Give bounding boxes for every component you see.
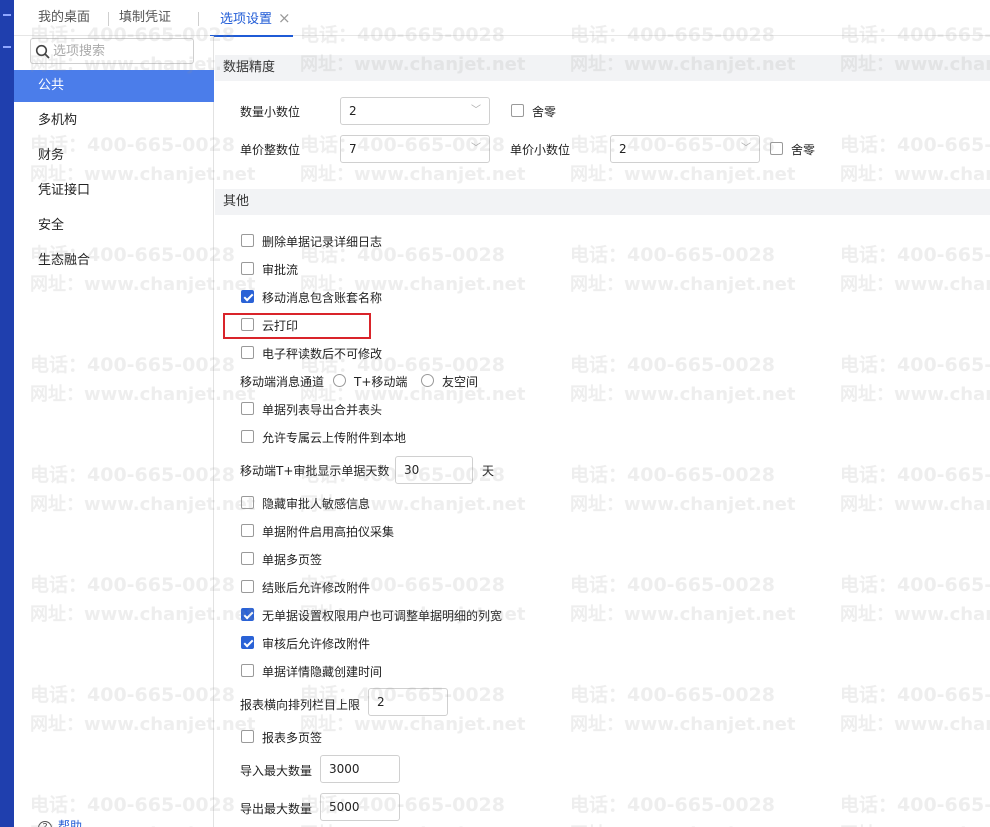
- mobile-msg-acct-checkbox[interactable]: [241, 290, 254, 303]
- close-icon[interactable]: ×: [278, 9, 291, 27]
- report-col-limit-input[interactable]: 2: [368, 688, 448, 716]
- unit-price-dec-select[interactable]: 2 ﹀: [610, 135, 760, 163]
- channel-tplus-label: T+移动端: [354, 375, 408, 389]
- after-audit-edit-attach-checkbox[interactable]: [241, 636, 254, 649]
- hide-create-time-label: 单据详情隐藏创建时间: [262, 665, 383, 679]
- options-content: 数据精度 数量小数位 2 ﹀ 舍零 单价整数位 7 ﹀ 单价小数位 2 ﹀ 舍零 其他…: [215, 36, 990, 827]
- qty-decimals-select[interactable]: 2 ﹀: [340, 97, 490, 125]
- help-label: 帮助: [58, 819, 83, 827]
- export-max-input[interactable]: 5000: [320, 793, 400, 821]
- import-max-label: 导入最大数量: [240, 764, 313, 778]
- report-multi-page-checkbox[interactable]: [241, 730, 254, 743]
- report-multi-page-label: 报表多页签: [262, 731, 323, 745]
- unit-price-int-label: 单价整数位: [240, 143, 301, 157]
- search-input[interactable]: [53, 42, 191, 60]
- sidebar-item-security[interactable]: 安全: [14, 210, 214, 242]
- section-header-precision: 数据精度: [215, 55, 990, 81]
- options-sidebar: 公共 多机构 财务 凭证接口 安全 生态融合 ? 帮助: [14, 36, 214, 827]
- section-header-other: 其他: [215, 189, 990, 215]
- multi-page-checkbox[interactable]: [241, 552, 254, 565]
- delete-log-label: 删除单据记录详细日志: [262, 235, 383, 249]
- sidebar-item-ecosystem[interactable]: 生态融合: [14, 245, 214, 277]
- unit-price-round-checkbox[interactable]: [770, 142, 783, 155]
- multi-page-label: 单据多页签: [262, 553, 323, 567]
- scale-readonly-checkbox[interactable]: [241, 346, 254, 359]
- mobile-days-unit: 天: [482, 464, 495, 478]
- unit-price-dec-label: 单价小数位: [510, 143, 571, 157]
- approval-flow-label: 审批流: [262, 263, 299, 277]
- export-merge-header-checkbox[interactable]: [241, 402, 254, 415]
- attachment-scanner-checkbox[interactable]: [241, 524, 254, 537]
- qty-decimals-label: 数量小数位: [240, 105, 301, 119]
- option-search-box[interactable]: [30, 38, 194, 64]
- export-max-label: 导出最大数量: [240, 802, 313, 816]
- after-close-edit-attach-checkbox[interactable]: [241, 580, 254, 593]
- chevron-down-icon: ﹀: [471, 143, 481, 154]
- unit-price-int-select[interactable]: 7 ﹀: [340, 135, 490, 163]
- unit-price-round-label: 舍零: [791, 143, 816, 157]
- sidebar-item-multi-org[interactable]: 多机构: [14, 105, 214, 137]
- no-perm-col-width-label: 无单据设置权限用户也可调整单据明细的列宽: [262, 609, 503, 623]
- help-link[interactable]: ? 帮助: [38, 817, 82, 827]
- hide-approver-checkbox[interactable]: [241, 496, 254, 509]
- report-col-limit-label: 报表横向排列栏目上限: [240, 698, 361, 712]
- approval-flow-checkbox[interactable]: [241, 262, 254, 275]
- search-icon: [35, 44, 50, 59]
- app-nav-strip: [0, 0, 14, 827]
- highlight-box: [223, 313, 371, 339]
- chevron-down-icon: ﹀: [741, 143, 751, 154]
- tab-separator: [198, 12, 199, 26]
- delete-log-checkbox[interactable]: [241, 234, 254, 247]
- mobile-msg-acct-label: 移动消息包含账套名称: [262, 291, 383, 305]
- channel-youkongjian-radio[interactable]: [421, 374, 434, 387]
- qty-decimals-value: 2: [349, 104, 357, 118]
- tab-fill-voucher[interactable]: 填制凭证: [119, 0, 171, 36]
- no-perm-col-width-checkbox[interactable]: [241, 608, 254, 621]
- hide-approver-label: 隐藏审批人敏感信息: [262, 497, 371, 511]
- attachment-scanner-label: 单据附件启用高拍仪采集: [262, 525, 395, 539]
- mobile-channel-label: 移动端消息通道: [240, 375, 325, 389]
- qty-round-checkbox[interactable]: [511, 104, 524, 117]
- tab-options-settings-label: 选项设置: [220, 12, 273, 27]
- options-settings-window: 我的桌面 填制凭证 选项设置 × 公共 多机构 财务 凭证接口 安全 生态融合 ?…: [0, 0, 990, 827]
- unit-price-int-value: 7: [349, 142, 357, 156]
- sidebar-item-voucher-interface[interactable]: 凭证接口: [14, 175, 214, 207]
- channel-tplus-radio[interactable]: [333, 374, 346, 387]
- tab-options-settings[interactable]: 选项设置 ×: [210, 0, 293, 37]
- chevron-down-icon: ﹀: [471, 105, 481, 116]
- after-close-edit-attach-label: 结账后允许修改附件: [262, 581, 371, 595]
- tab-bar: 我的桌面 填制凭证 选项设置 ×: [14, 0, 990, 37]
- hide-create-time-checkbox[interactable]: [241, 664, 254, 677]
- tab-my-desktop[interactable]: 我的桌面: [38, 0, 90, 36]
- allow-upload-local-label: 允许专属云上传附件到本地: [262, 431, 407, 445]
- tab-separator: [108, 12, 109, 26]
- help-icon: ?: [38, 821, 52, 827]
- mobile-days-label: 移动端T+审批显示单据天数: [240, 464, 390, 478]
- export-merge-header-label: 单据列表导出合并表头: [262, 403, 383, 417]
- unit-price-dec-value: 2: [619, 142, 627, 156]
- after-audit-edit-attach-label: 审核后允许修改附件: [262, 637, 371, 651]
- sidebar-item-public[interactable]: 公共: [14, 70, 214, 102]
- qty-round-label: 舍零: [532, 105, 557, 119]
- import-max-input[interactable]: 3000: [320, 755, 400, 783]
- mobile-days-input[interactable]: 30: [395, 456, 473, 484]
- scale-readonly-label: 电子秤读数后不可修改: [262, 347, 383, 361]
- channel-youkongjian-label: 友空间: [442, 375, 479, 389]
- allow-upload-local-checkbox[interactable]: [241, 430, 254, 443]
- sidebar-item-finance[interactable]: 财务: [14, 140, 214, 172]
